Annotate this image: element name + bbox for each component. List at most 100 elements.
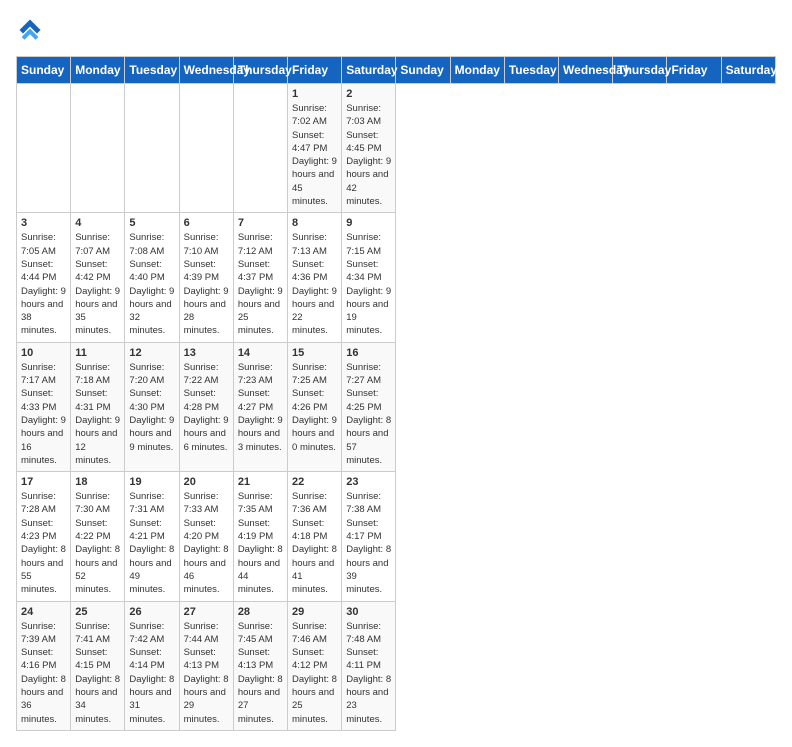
calendar-cell: 21Sunrise: 7:35 AM Sunset: 4:19 PM Dayli… — [233, 472, 287, 601]
day-number: 4 — [75, 217, 120, 229]
calendar-cell — [125, 84, 179, 213]
logo-icon — [16, 16, 44, 44]
calendar-cell — [233, 84, 287, 213]
calendar-cell: 9 Sunrise: 7:15 AM Sunset: 4:34 PM Daylig… — [342, 213, 396, 342]
day-number: 23 — [346, 476, 391, 488]
calendar-cell: 5 Sunrise: 7:08 AM Sunset: 4:40 PM Daylig… — [125, 213, 179, 342]
day-info: Sunrise: 7:42 AM Sunset: 4:14 PM Dayligh… — [129, 620, 174, 726]
day-header-thursday: Thursday — [613, 57, 667, 84]
calendar-header-row: SundayMondayTuesdayWednesdayThursdayFrid… — [17, 57, 776, 84]
day-header-wednesday: Wednesday — [559, 57, 613, 84]
day-number: 9 — [346, 217, 391, 229]
calendar-cell: 13Sunrise: 7:22 AM Sunset: 4:28 PM Dayli… — [179, 342, 233, 471]
day-number: 8 — [292, 217, 337, 229]
day-info: Sunrise: 7:44 AM Sunset: 4:13 PM Dayligh… — [184, 620, 229, 726]
day-info: Sunrise: 7:05 AM Sunset: 4:44 PM Dayligh… — [21, 231, 66, 337]
day-info: Sunrise: 7:15 AM Sunset: 4:34 PM Dayligh… — [346, 231, 391, 337]
day-info: Sunrise: 7:25 AM Sunset: 4:26 PM Dayligh… — [292, 361, 337, 454]
calendar-cell: 11 Sunrise: 7:18 AM Sunset: 4:31 PM Dayli… — [71, 342, 125, 471]
calendar-cell: 12 Sunrise: 7:20 AM Sunset: 4:30 PM Dayli… — [125, 342, 179, 471]
day-number: 17 — [21, 476, 66, 488]
calendar-cell: 20 Sunrise: 7:33 AM Sunset: 4:20 PM Dayli… — [179, 472, 233, 601]
day-header-monday: Monday — [450, 57, 504, 84]
day-info: Sunrise: 7:07 AM Sunset: 4:42 PM Dayligh… — [75, 231, 120, 337]
page-header — [16, 16, 776, 44]
calendar-cell: 24Sunrise: 7:39 AM Sunset: 4:16 PM Dayli… — [17, 601, 71, 730]
day-number: 14 — [238, 347, 283, 359]
calendar-week-4: 17 Sunrise: 7:28 AM Sunset: 4:23 PM Dayli… — [17, 472, 776, 601]
day-header-monday: Monday — [71, 57, 125, 84]
day-info: Sunrise: 7:36 AM Sunset: 4:18 PM Dayligh… — [292, 490, 337, 596]
calendar-week-5: 24Sunrise: 7:39 AM Sunset: 4:16 PM Dayli… — [17, 601, 776, 730]
calendar-cell: 29Sunrise: 7:46 AM Sunset: 4:12 PM Dayli… — [288, 601, 342, 730]
day-header-tuesday: Tuesday — [504, 57, 558, 84]
day-info: Sunrise: 7:27 AM Sunset: 4:25 PM Dayligh… — [346, 361, 391, 467]
day-number: 20 — [184, 476, 229, 488]
day-number: 19 — [129, 476, 174, 488]
day-info: Sunrise: 7:02 AM Sunset: 4:47 PM Dayligh… — [292, 102, 337, 208]
calendar-cell: 8 Sunrise: 7:13 AM Sunset: 4:36 PM Daylig… — [288, 213, 342, 342]
day-info: Sunrise: 7:41 AM Sunset: 4:15 PM Dayligh… — [75, 620, 120, 726]
day-number: 21 — [238, 476, 283, 488]
calendar-cell: 25Sunrise: 7:41 AM Sunset: 4:15 PM Dayli… — [71, 601, 125, 730]
day-header-saturday: Saturday — [342, 57, 396, 84]
calendar-cell: 17 Sunrise: 7:28 AM Sunset: 4:23 PM Dayli… — [17, 472, 71, 601]
calendar-cell: 1 Sunrise: 7:02 AM Sunset: 4:47 PM Daylig… — [288, 84, 342, 213]
day-header-saturday: Saturday — [721, 57, 775, 84]
day-header-friday: Friday — [288, 57, 342, 84]
day-info: Sunrise: 7:22 AM Sunset: 4:28 PM Dayligh… — [184, 361, 229, 454]
day-header-tuesday: Tuesday — [125, 57, 179, 84]
calendar-week-1: 1 Sunrise: 7:02 AM Sunset: 4:47 PM Daylig… — [17, 84, 776, 213]
day-info: Sunrise: 7:33 AM Sunset: 4:20 PM Dayligh… — [184, 490, 229, 596]
calendar-cell: 10Sunrise: 7:17 AM Sunset: 4:33 PM Dayli… — [17, 342, 71, 471]
day-info: Sunrise: 7:31 AM Sunset: 4:21 PM Dayligh… — [129, 490, 174, 596]
calendar-cell: 28Sunrise: 7:45 AM Sunset: 4:13 PM Dayli… — [233, 601, 287, 730]
day-number: 2 — [346, 88, 391, 100]
day-header-friday: Friday — [667, 57, 721, 84]
day-number: 12 — [129, 347, 174, 359]
calendar-cell: 27Sunrise: 7:44 AM Sunset: 4:13 PM Dayli… — [179, 601, 233, 730]
calendar-cell: 19 Sunrise: 7:31 AM Sunset: 4:21 PM Dayli… — [125, 472, 179, 601]
day-info: Sunrise: 7:39 AM Sunset: 4:16 PM Dayligh… — [21, 620, 66, 726]
day-header-wednesday: Wednesday — [179, 57, 233, 84]
day-info: Sunrise: 7:13 AM Sunset: 4:36 PM Dayligh… — [292, 231, 337, 337]
day-header-thursday: Thursday — [233, 57, 287, 84]
calendar-cell: 6 Sunrise: 7:10 AM Sunset: 4:39 PM Daylig… — [179, 213, 233, 342]
calendar-cell: 23 Sunrise: 7:38 AM Sunset: 4:17 PM Dayli… — [342, 472, 396, 601]
calendar-cell: 4 Sunrise: 7:07 AM Sunset: 4:42 PM Daylig… — [71, 213, 125, 342]
day-info: Sunrise: 7:18 AM Sunset: 4:31 PM Dayligh… — [75, 361, 120, 467]
day-number: 22 — [292, 476, 337, 488]
calendar-cell — [179, 84, 233, 213]
day-number: 1 — [292, 88, 337, 100]
day-info: Sunrise: 7:20 AM Sunset: 4:30 PM Dayligh… — [129, 361, 174, 454]
day-number: 7 — [238, 217, 283, 229]
day-number: 16 — [346, 347, 391, 359]
day-info: Sunrise: 7:46 AM Sunset: 4:12 PM Dayligh… — [292, 620, 337, 726]
calendar-week-2: 3 Sunrise: 7:05 AM Sunset: 4:44 PM Daylig… — [17, 213, 776, 342]
day-info: Sunrise: 7:28 AM Sunset: 4:23 PM Dayligh… — [21, 490, 66, 596]
calendar-cell — [71, 84, 125, 213]
logo — [16, 16, 48, 44]
day-number: 6 — [184, 217, 229, 229]
calendar-cell: 14 Sunrise: 7:23 AM Sunset: 4:27 PM Dayli… — [233, 342, 287, 471]
day-number: 18 — [75, 476, 120, 488]
day-header-sunday: Sunday — [17, 57, 71, 84]
day-info: Sunrise: 7:48 AM Sunset: 4:11 PM Dayligh… — [346, 620, 391, 726]
day-info: Sunrise: 7:03 AM Sunset: 4:45 PM Dayligh… — [346, 102, 391, 208]
calendar-cell: 2 Sunrise: 7:03 AM Sunset: 4:45 PM Daylig… — [342, 84, 396, 213]
day-number: 3 — [21, 217, 66, 229]
day-info: Sunrise: 7:10 AM Sunset: 4:39 PM Dayligh… — [184, 231, 229, 337]
calendar-cell: 7 Sunrise: 7:12 AM Sunset: 4:37 PM Daylig… — [233, 213, 287, 342]
day-info: Sunrise: 7:08 AM Sunset: 4:40 PM Dayligh… — [129, 231, 174, 337]
day-number: 5 — [129, 217, 174, 229]
day-info: Sunrise: 7:38 AM Sunset: 4:17 PM Dayligh… — [346, 490, 391, 596]
calendar-cell: 3 Sunrise: 7:05 AM Sunset: 4:44 PM Daylig… — [17, 213, 71, 342]
calendar-cell: 15Sunrise: 7:25 AM Sunset: 4:26 PM Dayli… — [288, 342, 342, 471]
calendar-cell: 30Sunrise: 7:48 AM Sunset: 4:11 PM Dayli… — [342, 601, 396, 730]
calendar-table: SundayMondayTuesdayWednesdayThursdayFrid… — [16, 56, 776, 731]
calendar-cell: 26Sunrise: 7:42 AM Sunset: 4:14 PM Dayli… — [125, 601, 179, 730]
day-info: Sunrise: 7:12 AM Sunset: 4:37 PM Dayligh… — [238, 231, 283, 337]
day-info: Sunrise: 7:17 AM Sunset: 4:33 PM Dayligh… — [21, 361, 66, 467]
day-info: Sunrise: 7:23 AM Sunset: 4:27 PM Dayligh… — [238, 361, 283, 454]
day-number: 11 — [75, 347, 120, 359]
